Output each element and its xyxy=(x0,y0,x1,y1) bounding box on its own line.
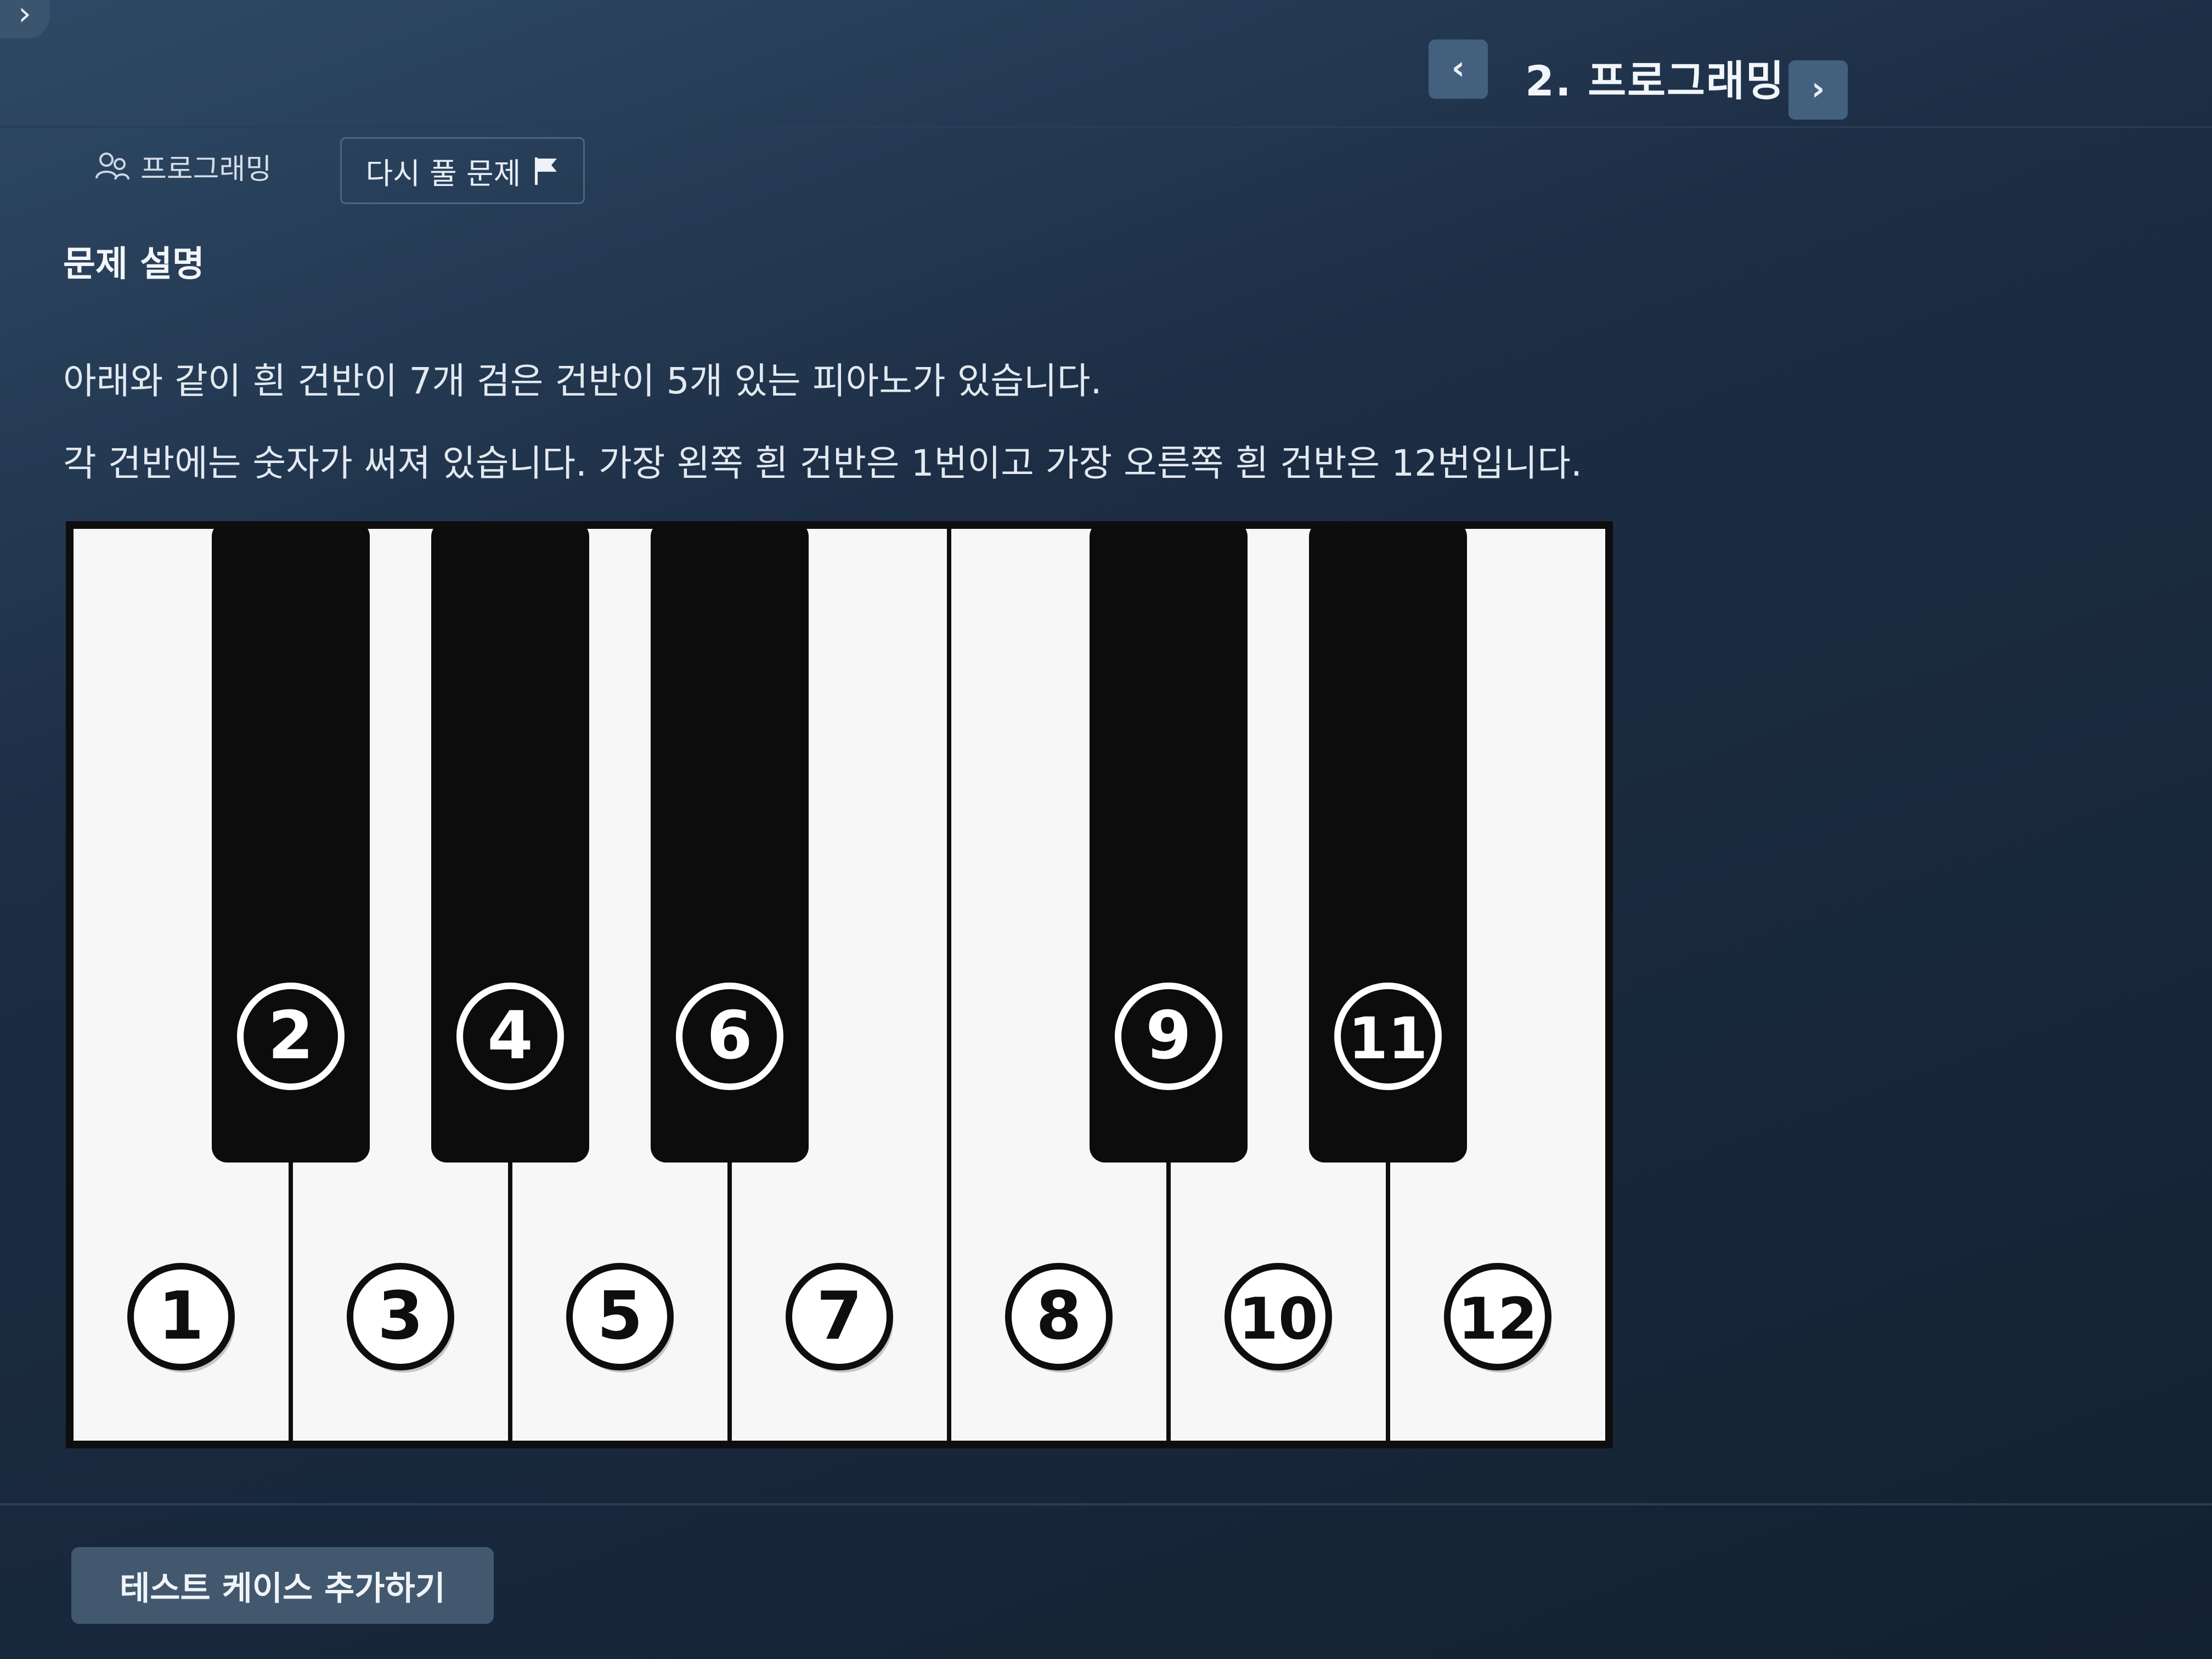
prev-problem-button[interactable]: ‹ xyxy=(1429,40,1488,99)
black-key: 11 xyxy=(1309,527,1467,1163)
black-key: 4 xyxy=(431,527,589,1163)
key-label: 11 xyxy=(1348,1005,1428,1072)
key-label: 2 xyxy=(268,998,314,1074)
description-line: 아래와 같이 흰 건반이 7개 검은 건반이 5개 있는 피아노가 있습니다. xyxy=(63,360,1102,402)
chevron-left-icon: ‹ xyxy=(1451,49,1465,87)
description-line: 각 건반에는 숫자가 써져 있습니다. 가장 왼쪽 흰 건반은 1번이고 가장 … xyxy=(63,442,1583,484)
problem-title: 2. 프로그래밍 xyxy=(1525,57,1785,105)
key-label: 7 xyxy=(816,1278,862,1355)
people-icon xyxy=(95,152,129,180)
piano-diagram: 1 3 5 7 8 10 12 2 4 6 9 11 xyxy=(66,521,1613,1448)
key-label: 8 xyxy=(1036,1278,1082,1355)
key-label: 5 xyxy=(597,1278,643,1355)
section-title: 문제 설명 xyxy=(63,244,205,285)
category-tag: 프로그래밍 xyxy=(93,146,272,187)
black-key: 2 xyxy=(212,527,370,1163)
black-key: 6 xyxy=(651,527,809,1163)
key-label: 4 xyxy=(487,998,533,1074)
next-problem-button[interactable]: › xyxy=(1788,60,1848,120)
key-label: 12 xyxy=(1458,1285,1538,1352)
key-label: 3 xyxy=(377,1278,424,1355)
flag-icon xyxy=(535,157,557,185)
key-label: 9 xyxy=(1146,998,1192,1074)
black-key: 9 xyxy=(1090,527,1248,1163)
problem-description: 아래와 같이 흰 건반이 7개 검은 건반이 5개 있는 피아노가 있습니다. … xyxy=(63,340,1582,505)
header-bar: ‹ 2. 프로그래밍 › xyxy=(0,0,2212,128)
key-label: 10 xyxy=(1239,1285,1318,1352)
screen: › ‹ 2. 프로그래밍 › 프로그래밍 다시 풀 문제 문제 설명 아래와 같… xyxy=(0,0,2212,1659)
key-label: 1 xyxy=(158,1278,204,1355)
key-label: 6 xyxy=(707,998,753,1074)
chevron-right-icon: › xyxy=(1811,70,1825,108)
divider xyxy=(0,1503,2212,1505)
add-test-case-button[interactable]: 테스트 케이스 추가하기 xyxy=(71,1547,494,1624)
retry-problem-button[interactable]: 다시 풀 문제 xyxy=(340,137,585,204)
retry-label: 다시 풀 문제 xyxy=(365,156,521,191)
piano-svg: 1 3 5 7 8 10 12 2 4 6 9 11 xyxy=(71,527,1607,1443)
category-label: 프로그래밍 xyxy=(140,153,272,186)
